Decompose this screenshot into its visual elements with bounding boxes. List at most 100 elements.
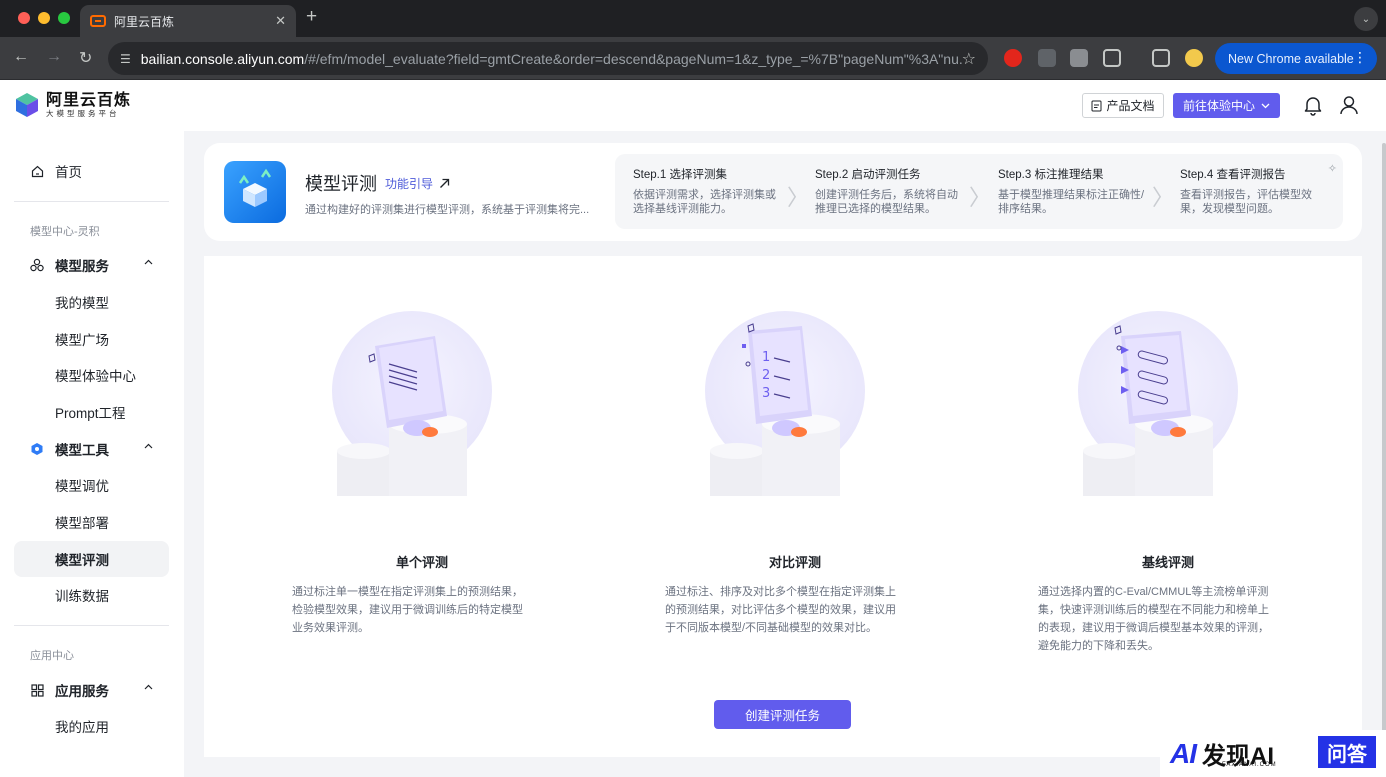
extension-gray-icon[interactable] (1038, 49, 1056, 67)
sidebar-item-model-experience[interactable]: 模型体验中心 (14, 357, 169, 393)
svg-text:1: 1 (762, 350, 770, 365)
sidebar-item-app-service[interactable]: 应用服务 (14, 672, 169, 708)
sidebar-item-model-evaluate[interactable]: 模型评测 (14, 541, 169, 577)
document-icon (1091, 100, 1102, 111)
close-window-button[interactable] (18, 12, 30, 24)
single-eval-illustration (332, 311, 492, 496)
side-panel-icon[interactable] (1152, 49, 1170, 67)
watermark: AI 发现AI FAXIANAI.COM 问答 (1160, 730, 1386, 777)
external-arrow-icon (440, 178, 450, 188)
profile-avatar-icon[interactable] (1185, 49, 1203, 67)
watermark-en: FAXIANAI.COM (1222, 762, 1277, 768)
card-title: 对比评测 (768, 555, 821, 570)
main-content: 模型评测 功能引导 通过构建好的评测集进行模型评测，系统基于评测集将完... S… (184, 131, 1386, 777)
page-description: 通过构建好的评测集进行模型评测，系统基于评测集将完... (305, 204, 590, 216)
step-chevron-icon: 〉 (787, 185, 810, 210)
sidebar-item-label: 模型工具 (55, 443, 109, 458)
sidebar-item-label: 模型调优 (55, 479, 109, 494)
feature-guide-label: 功能引导 (385, 177, 434, 191)
step-desc: 依据评测需求，选择评测集或选择基线评测能力。 (633, 189, 776, 215)
sidebar-item-training-data[interactable]: 训练数据 (14, 577, 169, 613)
new-chrome-available-button[interactable]: New Chrome available ⋮ (1215, 43, 1377, 74)
card-desc: 通过标注单一模型在指定评测集上的预测结果，检验模型效果，建议用于微调训练后的特定… (292, 586, 523, 634)
sidebar-item-my-apps[interactable]: 我的应用 (14, 708, 169, 744)
sidebar-group-label: 应用中心 (30, 650, 74, 662)
logo-subtitle: 大模型服务平台 (46, 109, 120, 118)
close-icon[interactable]: ✕ (275, 13, 286, 29)
bookmark-star-icon[interactable]: ☆ (962, 49, 976, 69)
step-desc: 查看评测报告，评估模型效果，发现模型问题。 (1180, 189, 1312, 215)
url-host: bailian.console.aliyun.com (140, 50, 305, 67)
sidebar-item-model-tuning[interactable]: 模型调优 (14, 467, 169, 503)
user-icon[interactable] (1338, 94, 1360, 116)
tab-title: 阿里云百炼 (114, 14, 175, 29)
experience-center-label: 前往体验中心 (1182, 99, 1255, 113)
product-docs-button[interactable]: 产品文档 (1082, 93, 1164, 118)
step-1: Step.1 选择评测集 依据评测需求，选择评测集或选择基线评测能力。 (633, 166, 783, 216)
model-tools-icon (30, 442, 44, 456)
back-arrow-icon[interactable]: ← (13, 48, 29, 66)
sidebar-item-model-deploy[interactable]: 模型部署 (14, 504, 169, 540)
tab-search-icon[interactable]: ⌄ (1354, 7, 1378, 31)
sidebar-item-model-service[interactable]: 模型服务 (14, 247, 169, 283)
sidebar-item-label: 模型评测 (55, 553, 109, 568)
chevron-up-icon[interactable] (144, 259, 153, 265)
sidebar-item-label: Prompt工程 (55, 406, 126, 421)
logo-name: 阿里云百炼 (46, 92, 132, 109)
evaluation-types-panel: 单个评测 通过标注单一模型在指定评测集上的预测结果，检验模型效果，建议用于微调训… (204, 256, 1362, 757)
maximize-window-button[interactable] (58, 12, 70, 24)
card-title: 基线评测 (1141, 555, 1194, 570)
sidebar-item-label: 模型体验中心 (55, 369, 136, 384)
bailian-cube-icon (16, 93, 38, 117)
site-settings-icon[interactable]: ☰ (120, 52, 131, 66)
step-title: Step.3 标注推理结果 (998, 169, 1104, 181)
bell-icon[interactable] (1302, 94, 1324, 116)
sidebar-item-label: 应用服务 (55, 684, 109, 699)
new-tab-button[interactable]: + (306, 6, 317, 28)
more-vertical-icon[interactable]: ⋮ (1353, 49, 1367, 66)
chevron-down-icon (1261, 103, 1270, 108)
sidebar-item-home[interactable]: 首页 (14, 153, 169, 189)
grid-icon (30, 683, 44, 697)
sidebar: 首页 模型中心-灵积 模型服务 我的模型 模型广场 模型体验中心 Prompt工… (0, 131, 184, 777)
aliyun-favicon-icon (90, 15, 106, 27)
feature-guide-link[interactable]: 功能引导 (385, 175, 450, 192)
address-bar[interactable]: ☰ bailian.console.aliyun.com/#/efm/model… (108, 42, 988, 75)
reload-icon[interactable]: ↻ (79, 48, 92, 68)
model-service-icon (30, 258, 44, 272)
sidebar-item-my-models[interactable]: 我的模型 (14, 284, 169, 320)
sidebar-divider (14, 201, 169, 202)
chevron-up-icon[interactable] (144, 443, 153, 449)
watermark-box: 问答 (1318, 736, 1376, 768)
create-eval-task-button[interactable]: 创建评测任务 (714, 700, 851, 729)
sidebar-item-model-square[interactable]: 模型广场 (14, 321, 169, 357)
scrollbar-thumb[interactable] (1382, 143, 1386, 763)
app-header: 阿里云百炼 大模型服务平台 产品文档 前往体验中心 (0, 80, 1386, 131)
sidebar-item-model-tools[interactable]: 模型工具 (14, 431, 169, 467)
experience-center-button[interactable]: 前往体验中心 (1173, 93, 1280, 118)
sidebar-item-label: 我的模型 (55, 296, 109, 311)
step-3: Step.3 标注推理结果 基于模型推理结果标注正确性/排序结果。 (998, 166, 1148, 216)
svg-text:2: 2 (762, 368, 770, 383)
compare-eval-illustration: 1 2 3 (705, 311, 865, 496)
camera-extension-icon[interactable] (1070, 49, 1088, 67)
extension-red-icon[interactable] (1004, 49, 1022, 67)
model-evaluate-app-icon (224, 161, 286, 223)
step-title: Step.1 选择评测集 (633, 169, 727, 181)
forward-arrow-icon[interactable]: → (46, 48, 62, 66)
collapse-steps-icon[interactable]: ✧ (1328, 162, 1337, 175)
browser-toolbar: ← → ↻ ☰ bailian.console.aliyun.com/#/efm… (0, 37, 1386, 80)
baseline-eval-illustration (1078, 311, 1238, 496)
home-icon (30, 164, 44, 178)
hero-card: 模型评测 功能引导 通过构建好的评测集进行模型评测，系统基于评测集将完... S… (204, 143, 1362, 241)
sidebar-item-prompt-engineering[interactable]: Prompt工程 (14, 394, 169, 430)
steps-panel: Step.1 选择评测集 依据评测需求，选择评测集或选择基线评测能力。 〉 St… (615, 154, 1343, 229)
step-desc: 创建评测任务后，系统将自动推理已选择的模型结果。 (815, 189, 958, 215)
extensions-puzzle-icon[interactable] (1103, 49, 1121, 67)
minimize-window-button[interactable] (38, 12, 50, 24)
chevron-up-icon[interactable] (144, 684, 153, 690)
logo[interactable]: 阿里云百炼 大模型服务平台 (14, 92, 131, 118)
sidebar-item-label: 模型广场 (55, 333, 109, 348)
browser-tab[interactable]: 阿里云百炼 ✕ (80, 5, 296, 37)
scrollbar[interactable] (1380, 143, 1386, 763)
